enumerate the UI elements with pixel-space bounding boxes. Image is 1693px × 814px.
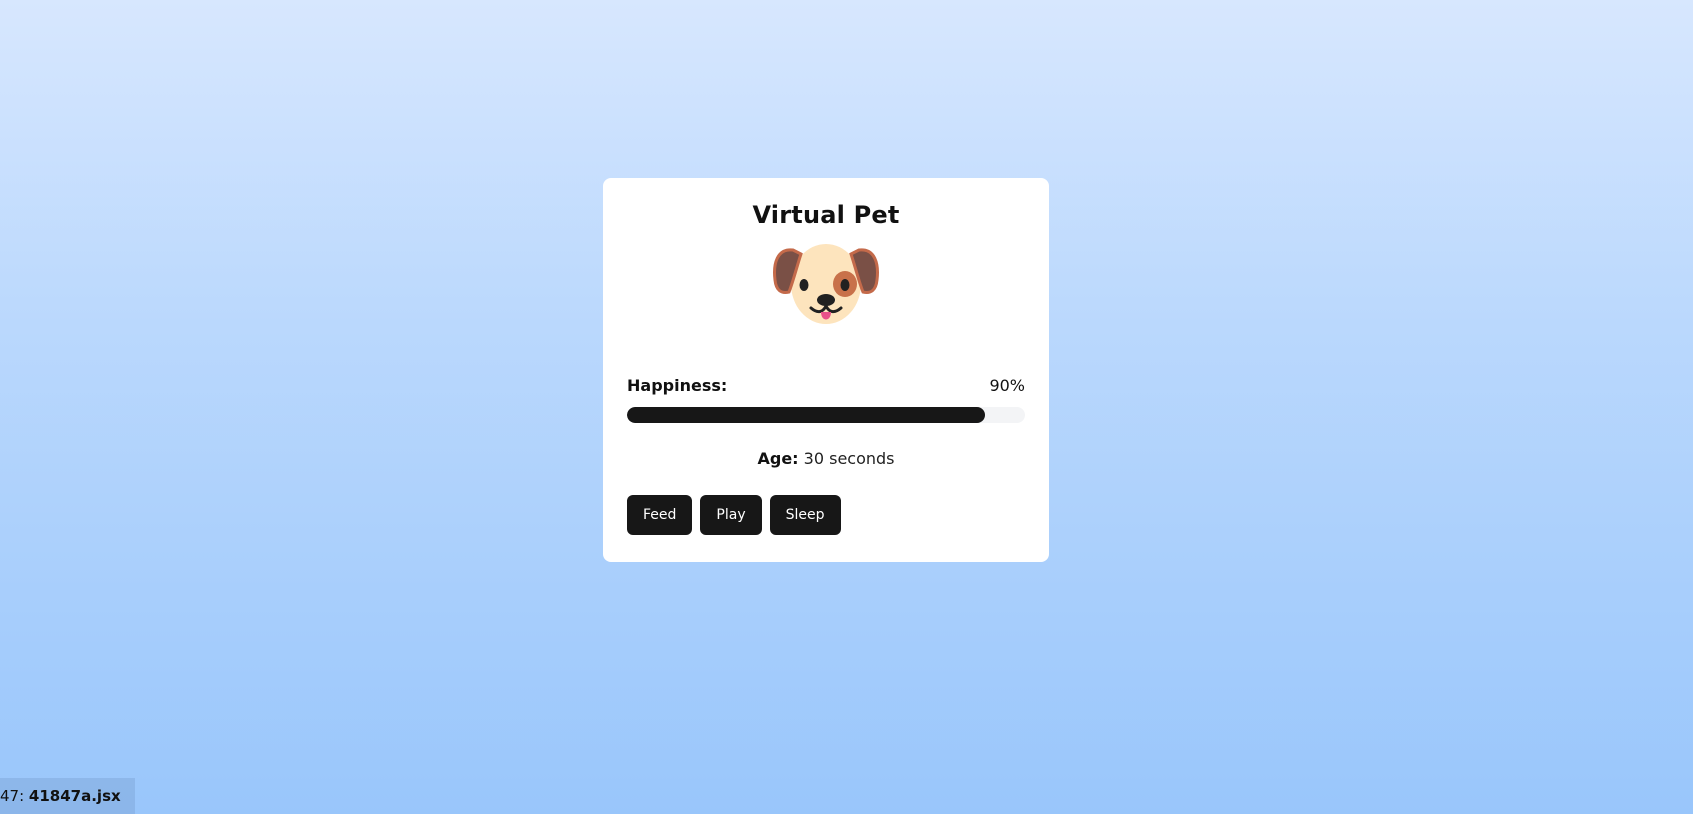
play-button[interactable]: Play (700, 495, 762, 535)
happiness-bar-fill (627, 407, 986, 423)
age-display: Age: 30 seconds (627, 449, 1025, 469)
happiness-label: Happiness: (627, 376, 728, 395)
happiness-row: Happiness: 90% (627, 376, 1025, 396)
sleep-button[interactable]: Sleep (769, 495, 841, 535)
pet-avatar (627, 242, 1025, 328)
file-tag: 47: 41847a.jsx (0, 778, 135, 814)
dog-face-icon (773, 244, 879, 324)
happiness-bar (627, 407, 1025, 423)
file-tag-prefix: 47: (0, 787, 25, 805)
age-label: Age: (757, 449, 799, 468)
happiness-value: 90% (989, 376, 1025, 395)
age-value: 30 seconds (803, 449, 895, 468)
page-title: Virtual Pet (752, 201, 900, 229)
file-tag-name: 41847a.jsx (28, 787, 121, 805)
pet-card: Virtual Pet Happiness: 90% Age: 30 secon… (603, 178, 1049, 562)
action-buttons: Feed Play Sleep (627, 495, 1025, 535)
feed-button[interactable]: Feed (627, 495, 693, 535)
